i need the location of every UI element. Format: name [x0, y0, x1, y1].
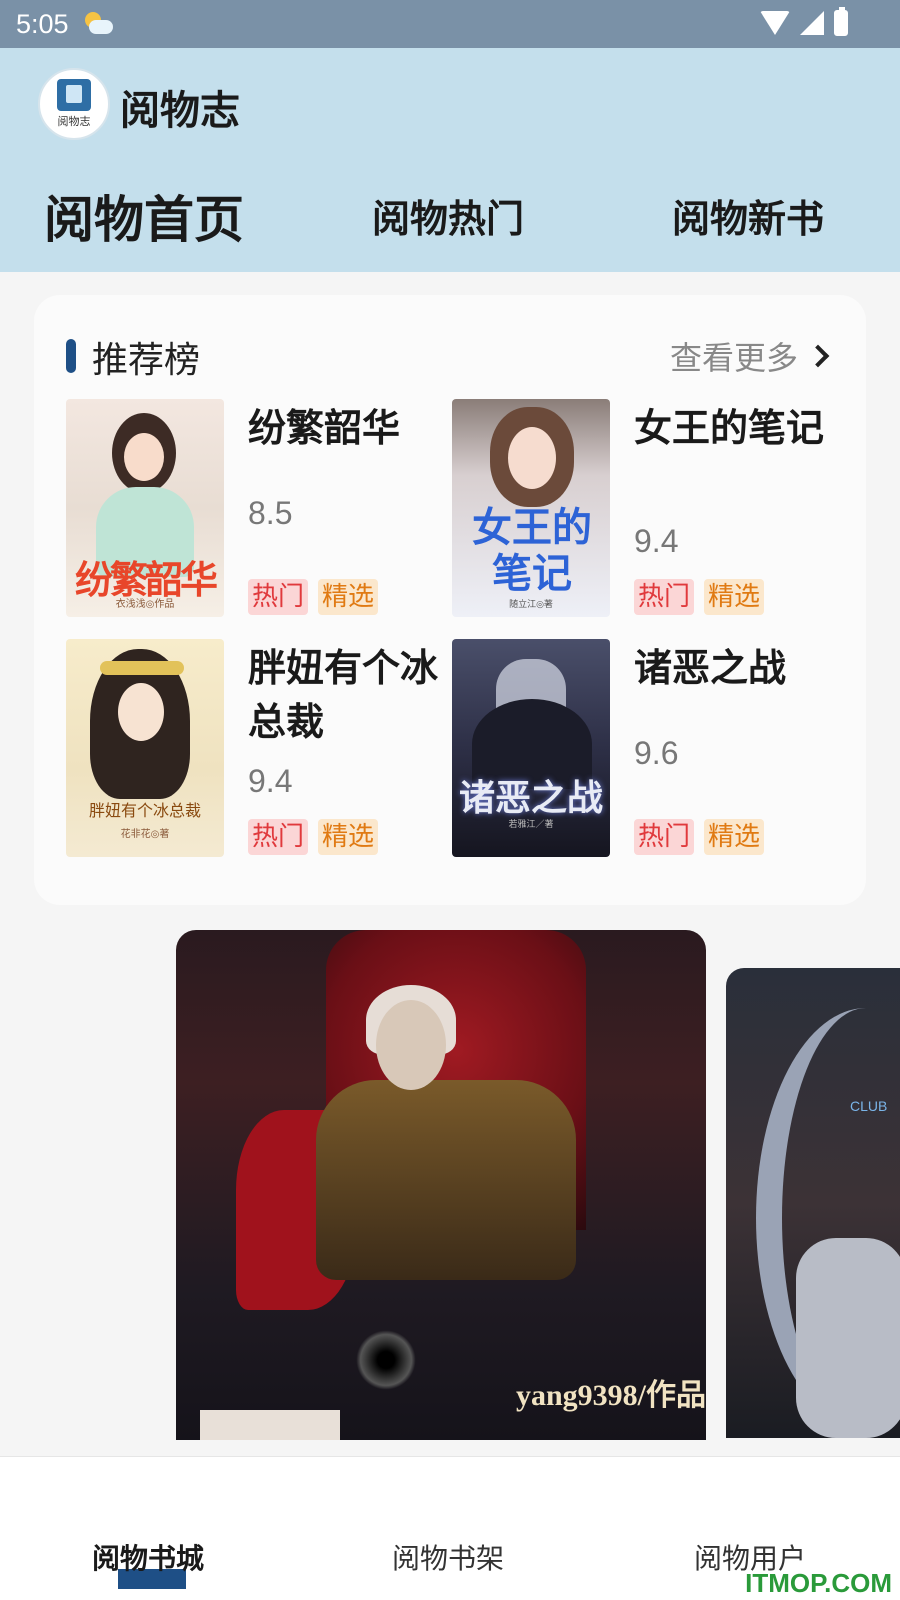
book-cover[interactable]: 女王的笔记 随立江◎著 — [452, 399, 610, 617]
logo-text: 阅物志 — [57, 115, 91, 128]
recommend-title: 推荐榜 — [92, 340, 201, 381]
book-tags: 热门 精选 — [248, 579, 379, 615]
tab-hot[interactable]: 阅物热门 — [372, 188, 524, 243]
book-cover[interactable]: 胖妞有个冰总裁 花非花◎著 — [66, 639, 224, 857]
book-tags: 热门 精选 — [634, 579, 765, 615]
book-item[interactable]: 诸恶之战 若雅江／著 诸恶之战 9.6 热门 精选 — [452, 639, 842, 859]
banner-slide-main[interactable]: yang9398/作品 — [176, 930, 706, 1440]
book-title: 女王的笔记 — [634, 406, 825, 450]
book-tags: 热门 精选 — [634, 819, 765, 855]
book-cover[interactable]: 诸恶之战 若雅江／著 — [452, 639, 610, 857]
book-tags: 热门 精选 — [248, 819, 379, 855]
tab-home-label: 阅物首页 — [44, 191, 244, 249]
book-title: 胖妞有个冰总裁 — [248, 646, 439, 744]
book-title: 诸恶之战 — [634, 646, 787, 690]
book-score: 9.4 — [248, 763, 293, 799]
tab-home[interactable]: 阅物首页 — [44, 180, 252, 378]
book-icon — [57, 79, 91, 111]
banner-sign: CLUB — [850, 1098, 888, 1114]
status-time: 5:05 — [16, 8, 69, 39]
book-item[interactable]: 女王的笔记 随立江◎著 女王的笔记 9.4 热门 精选 — [452, 399, 842, 619]
book-score: 8.5 — [248, 495, 293, 531]
tag-featured: 精选 — [704, 819, 765, 855]
wifi-icon — [760, 11, 790, 35]
book-title: 纷繁韶华 — [248, 406, 401, 450]
nav-bookstore-label: 阅物书城 — [92, 1542, 205, 1575]
recommend-card: 推荐榜 查看更多 纷繁韶华 衣浅浅◎作品 纷繁韶华 8.5 热门 精选 女王的笔… — [34, 295, 866, 905]
cover-title: 胖妞有个冰总裁 — [88, 801, 201, 820]
banner-caption: yang9398/作品 — [515, 1379, 706, 1412]
book-item[interactable]: 纷繁韶华 衣浅浅◎作品 纷繁韶华 8.5 热门 精选 — [66, 399, 456, 619]
cover-title: 女王的笔记 — [472, 505, 592, 597]
cover-author: 花非花◎著 — [120, 829, 170, 840]
app-header: 阅物志 阅物志 阅物首页 阅物热门 阅物新书 — [0, 48, 900, 378]
see-more-link[interactable]: 查看更多 — [669, 333, 830, 379]
nav-bookshelf[interactable]: 阅物书架 — [392, 1537, 504, 1577]
status-bar: 5:05 — [0, 0, 900, 48]
battery-icon — [834, 7, 848, 36]
tag-hot: 热门 — [248, 579, 309, 615]
book-cover[interactable]: 纷繁韶华 衣浅浅◎作品 — [66, 399, 224, 617]
section-marker — [66, 339, 76, 373]
status-icons — [760, 7, 848, 36]
cover-author: 衣浅浅◎作品 — [115, 599, 175, 610]
tag-hot: 热门 — [634, 579, 695, 615]
cover-author: 随立江◎著 — [509, 600, 553, 610]
banner-slide-next[interactable]: CLUB — [726, 968, 900, 1438]
nav-bookstore[interactable]: 阅物书城 — [92, 1537, 204, 1577]
chevron-right-icon — [806, 344, 830, 368]
weather-icon — [83, 10, 113, 38]
book-score: 9.4 — [634, 523, 679, 559]
tag-featured: 精选 — [318, 819, 379, 855]
tab-new[interactable]: 阅物新书 — [672, 188, 824, 243]
watermark: ITMOP.COM — [745, 1568, 892, 1598]
tag-featured: 精选 — [704, 579, 765, 615]
book-score: 9.6 — [634, 735, 679, 771]
app-title: 阅物志 — [120, 88, 240, 134]
tag-featured: 精选 — [318, 579, 379, 615]
tag-hot: 热门 — [248, 819, 309, 855]
tag-hot: 热门 — [634, 819, 695, 855]
cover-author: 若雅江／著 — [508, 820, 554, 830]
cover-title: 诸恶之战 — [458, 778, 603, 819]
see-more-label: 查看更多 — [669, 339, 798, 377]
app-logo: 阅物志 — [38, 68, 110, 140]
signal-icon — [800, 11, 824, 35]
book-item[interactable]: 胖妞有个冰总裁 花非花◎著 胖妞有个冰总裁 9.4 热门 精选 — [66, 639, 456, 859]
